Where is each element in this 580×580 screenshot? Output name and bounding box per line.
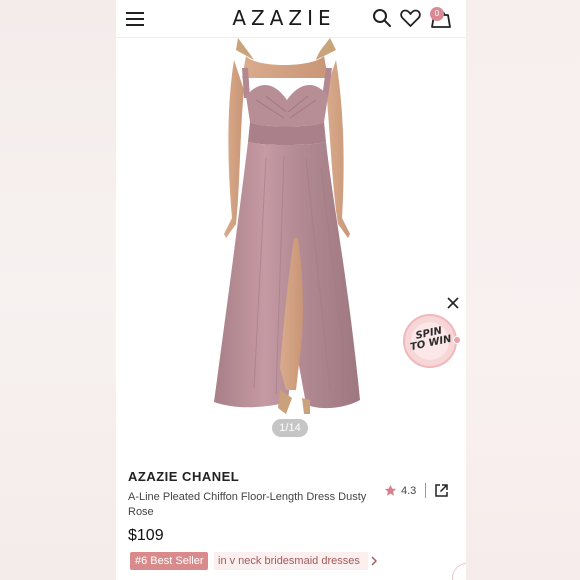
close-icon[interactable]	[446, 296, 460, 310]
brand-logo[interactable]: AZAZIE	[184, 6, 384, 30]
share-icon[interactable]	[434, 483, 449, 498]
top-navigation-bar: AZAZIE 0	[116, 0, 466, 38]
menu-icon[interactable]	[124, 9, 146, 29]
rating-divider	[425, 483, 426, 498]
heart-icon[interactable]	[400, 8, 421, 28]
bestseller-badge: #6 Best Seller	[130, 552, 209, 570]
dress-illustration	[214, 38, 360, 414]
product-brand: AZAZIE CHANEL	[128, 469, 240, 484]
rating-value[interactable]: 4.3	[401, 485, 416, 497]
image-counter: 1/14	[272, 419, 308, 437]
background-left	[0, 0, 116, 580]
chevron-right-icon	[371, 556, 377, 566]
search-icon[interactable]	[372, 8, 392, 28]
star-icon	[384, 484, 397, 496]
phone-screen: AZAZIE 0 1/14 SPIN TO WIN AZAZIE CHANEL …	[116, 0, 466, 580]
product-price: $109	[128, 527, 164, 544]
bestseller-category: in v neck bridesmaid dresses	[214, 552, 368, 570]
spin-to-win-button[interactable]: SPIN TO WIN	[403, 314, 457, 368]
spin-pointer	[453, 336, 461, 344]
chat-button[interactable]	[452, 563, 466, 580]
background-right	[466, 0, 580, 580]
cart-count-badge: 0	[430, 7, 444, 21]
product-image[interactable]	[116, 38, 466, 450]
product-title: A-Line Pleated Chiffon Floor-Length Dres…	[128, 491, 367, 518]
